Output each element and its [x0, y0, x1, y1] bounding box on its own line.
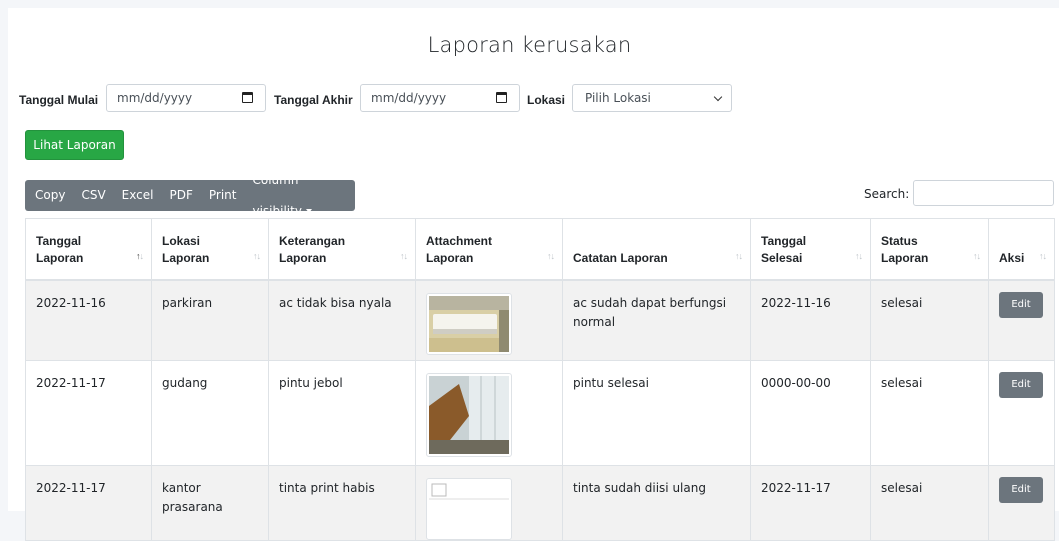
edit-button[interactable]: Edit — [999, 291, 1043, 318]
cell-attachment — [415, 279, 563, 361]
cell-tanggal: 2022-11-17 — [25, 465, 152, 541]
cell-lokasi: parkiran — [151, 279, 269, 361]
sort-icon[interactable]: ↑↓ — [547, 248, 555, 265]
cell-selesai: 2022-11-16 — [750, 279, 871, 361]
attachment-thumbnail[interactable] — [426, 478, 512, 540]
cell-status: selesai — [870, 279, 989, 361]
end-date-input[interactable]: mm/dd/yyyy — [360, 84, 520, 112]
sort-icon[interactable]: ↑↓ — [1039, 248, 1047, 265]
column-header-label: Status Laporan — [881, 233, 929, 265]
cell-aksi: Edit — [988, 279, 1055, 361]
attachment-thumbnail[interactable] — [426, 292, 512, 355]
cell-attachment — [415, 360, 563, 466]
column-header[interactable]: Lokasi Laporan ↑↓ — [151, 218, 269, 281]
sort-icon[interactable]: ↑↓ — [253, 248, 261, 265]
column-header[interactable]: Catatan Laporan ↑↓ — [562, 218, 751, 281]
sort-icon[interactable]: ↑↓ — [735, 248, 743, 265]
column-header-label: Lokasi Laporan — [162, 233, 210, 265]
csv-button[interactable]: CSV — [73, 180, 113, 211]
cell-status: selesai — [870, 465, 989, 541]
column-header-label: Keterangan Laporan — [279, 233, 346, 265]
table-row: 2022-11-17 kantor prasarana tinta print … — [25, 465, 1055, 541]
start-date-placeholder: mm/dd/yyyy — [117, 91, 193, 105]
column-header-label: Tanggal Laporan — [36, 233, 84, 265]
column-header[interactable]: Keterangan Laporan ↑↓ — [268, 218, 416, 281]
cell-keterangan: ac tidak bisa nyala — [268, 279, 416, 361]
edit-button[interactable]: Edit — [999, 477, 1043, 503]
print-button[interactable]: Print — [201, 180, 245, 211]
search-label: Search: — [864, 187, 910, 201]
attachment-thumbnail[interactable] — [426, 373, 512, 457]
location-select-value: Pilih Lokasi — [585, 91, 651, 105]
cell-catatan: ac sudah dapat berfungsi normal — [562, 279, 751, 361]
door-photo — [429, 376, 509, 454]
export-toolbar: Copy CSV Excel PDF Print Column visibili… — [25, 173, 355, 218]
table-header-row: Tanggal Laporan ↑↓ Lokasi Laporan ↑↓ Keter… — [25, 218, 1055, 281]
column-header[interactable]: Status Laporan ↑↓ — [870, 218, 989, 281]
cell-lokasi: kantor prasarana — [151, 465, 269, 541]
ac-unit-photo — [429, 295, 509, 352]
report-table: Tanggal Laporan ↑↓ Lokasi Laporan ↑↓ Keter… — [25, 218, 1055, 541]
cell-aksi: Edit — [988, 360, 1055, 466]
chevron-down-icon — [713, 92, 723, 102]
cell-status: selesai — [870, 360, 989, 466]
cell-catatan: tinta sudah diisi ulang — [562, 465, 751, 541]
sort-icon[interactable]: ↑↓ — [855, 248, 863, 265]
sort-icon[interactable]: ↑↓ — [973, 248, 981, 265]
column-header-label: Catatan Laporan — [573, 250, 668, 265]
end-date-placeholder: mm/dd/yyyy — [371, 91, 447, 105]
cell-attachment — [415, 465, 563, 541]
caret-down-icon — [305, 209, 312, 213]
column-header-label: Aksi — [999, 250, 1025, 265]
edit-button[interactable]: Edit — [999, 372, 1043, 398]
cell-keterangan: pintu jebol — [268, 360, 416, 466]
cell-keterangan: tinta print habis — [268, 465, 416, 541]
sort-icon[interactable]: ↑↓ — [400, 248, 408, 265]
excel-button[interactable]: Excel — [114, 180, 162, 211]
calendar-icon[interactable] — [496, 92, 507, 103]
column-header[interactable]: Aksi ↑↓ — [988, 218, 1055, 281]
cell-selesai: 0000-00-00 — [750, 360, 871, 466]
search-input[interactable] — [913, 180, 1054, 206]
column-header[interactable]: Tanggal Selesai ↑↓ — [750, 218, 871, 281]
cell-selesai: 2022-11-17 — [750, 465, 871, 541]
table-row: 2022-11-17 gudang pintu jebol pintu sele… — [25, 360, 1055, 466]
cell-lokasi: gudang — [151, 360, 269, 466]
column-header[interactable]: Tanggal Laporan ↑↓ — [25, 218, 152, 281]
sort-asc-icon[interactable]: ↑↓ — [136, 248, 144, 265]
start-date-label: Tanggal Mulai — [19, 93, 99, 107]
location-label: Lokasi — [527, 93, 566, 107]
page-title: Laporan kerusakan — [427, 33, 632, 57]
cell-tanggal: 2022-11-16 — [25, 279, 152, 361]
column-header-label: Tanggal Selesai — [761, 233, 807, 265]
calendar-icon[interactable] — [242, 92, 253, 103]
cell-tanggal: 2022-11-17 — [25, 360, 152, 466]
pdf-button[interactable]: PDF — [161, 180, 200, 211]
document-photo — [429, 481, 509, 537]
cell-catatan: pintu selesai — [562, 360, 751, 466]
view-report-button[interactable]: Lihat Laporan — [25, 130, 124, 160]
column-header-label: Attachment Laporan — [426, 233, 493, 265]
column-visibility-label: Column visibility — [252, 172, 302, 218]
copy-button[interactable]: Copy — [25, 180, 73, 211]
cell-aksi: Edit — [988, 465, 1055, 541]
start-date-input[interactable]: mm/dd/yyyy — [106, 84, 266, 112]
column-header[interactable]: Attachment Laporan ↑↓ — [415, 218, 563, 281]
table-row: 2022-11-16 parkiran ac tidak bisa nyala … — [25, 279, 1055, 361]
location-select[interactable]: Pilih Lokasi — [572, 84, 732, 112]
end-date-label: Tanggal Akhir — [274, 93, 353, 107]
